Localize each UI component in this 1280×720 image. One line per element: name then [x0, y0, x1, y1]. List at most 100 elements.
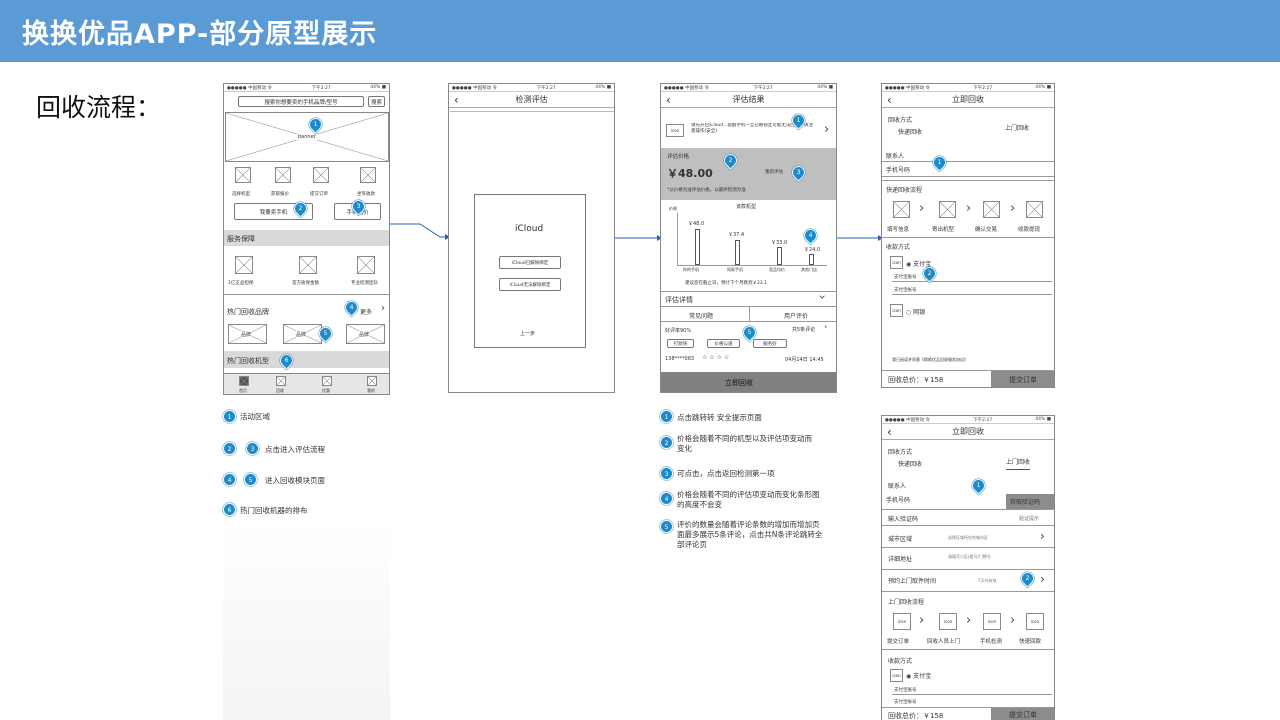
tab-user-eval[interactable]: 用户评价: [784, 311, 808, 320]
review-tag[interactable]: 服务好: [753, 339, 787, 348]
banner-label: banner: [296, 134, 318, 140]
nav-bar: ‹ 评估结果: [661, 92, 836, 108]
marker-4: 4: [801, 226, 820, 245]
search-button[interactable]: 搜索: [368, 96, 385, 107]
bar-mark: [809, 254, 814, 265]
price-label: 评估价格: [667, 154, 690, 160]
screen-check: ●●●●● 中国移动 令下午2:27 44% ■ ‹ 检测评估 iCloud iCl…: [448, 83, 615, 393]
pay-title: 收款方式: [886, 244, 911, 251]
bar-mark: [695, 229, 700, 265]
icloud-cannot-unbind-button[interactable]: iCloud无法解除绑定: [499, 278, 561, 291]
review-tag[interactable]: 价格公道: [707, 339, 740, 348]
brand-label: 品牌: [241, 331, 252, 338]
note-marker: 1: [660, 410, 673, 423]
tab-faq[interactable]: 常见问题: [689, 311, 713, 320]
chevron-right-icon: ›: [1010, 613, 1016, 628]
bar-category-label: 你的手机: [683, 267, 699, 272]
home-tab-icon[interactable]: [239, 376, 249, 386]
note-text: 进入回收模块页面: [265, 476, 325, 485]
chevron-right-icon[interactable]: ›: [824, 122, 829, 137]
alipay-account-number[interactable]: 支付宝帐号: [894, 699, 917, 705]
back-icon[interactable]: ‹: [887, 425, 892, 439]
service-label: 1亿正品担保: [228, 281, 254, 286]
review-date: 04月14日 14:45: [785, 357, 824, 363]
search-input[interactable]: 搜索你想要卖的手机品牌/型号: [238, 96, 364, 107]
recycle-tab-icon[interactable]: [276, 376, 286, 386]
discount-tab-icon[interactable]: [322, 376, 332, 386]
recycle-now-label: 立即回收: [725, 379, 753, 387]
code-input[interactable]: 验证提示: [1019, 515, 1039, 522]
category-icon[interactable]: [360, 167, 376, 183]
city-select[interactable]: 选择区域所在的城市区: [948, 535, 988, 541]
service-label: 官方质保金额: [292, 281, 319, 286]
brand-label: 品牌: [296, 331, 307, 338]
alipay-account-name[interactable]: 支付宝账号: [894, 274, 917, 280]
flow-step-icon: icon: [1026, 613, 1044, 630]
flow-step-label: 寄出机型: [932, 227, 955, 233]
reevaluate-link[interactable]: 重新评估: [765, 169, 783, 175]
status-bar: ●●●●● 中国移动 令下午2:27 44% ■: [882, 84, 1054, 92]
alipay-radio[interactable]: ◉ 支付宝: [906, 671, 931, 680]
icloud-dialog: [474, 194, 586, 348]
tab-label: 首页: [239, 388, 247, 393]
profile-tab-icon[interactable]: [367, 376, 377, 386]
alipay-account-number[interactable]: 支付宝帐号: [894, 287, 917, 293]
flow-title: 快递回收流程: [886, 187, 923, 194]
chevron-right-icon: ›: [1010, 201, 1016, 216]
back-icon[interactable]: ‹: [454, 93, 459, 107]
chevron-right-icon[interactable]: ›: [1040, 529, 1045, 543]
method-onsite[interactable]: 上门回收: [1005, 123, 1029, 132]
back-icon[interactable]: ‹: [887, 93, 892, 107]
prev-step-link[interactable]: 上一步: [520, 330, 535, 337]
nav-title: 立即回收: [952, 427, 984, 436]
flow-step-label: 填写信息: [887, 227, 910, 233]
service-icon: [235, 256, 253, 274]
address-input[interactable]: 请填写小区/楼号/门牌号: [948, 554, 991, 560]
screen-order-onsite: ●●●●● 中国移动 令下午2:27 44% ■ ‹ 立即回收 回收方式 快递回收 …: [881, 415, 1055, 720]
category-icon[interactable]: [275, 167, 291, 183]
icloud-title: iCloud: [515, 224, 544, 234]
back-icon[interactable]: ‹: [666, 93, 671, 107]
marker-2: 2: [920, 264, 939, 283]
method-express[interactable]: 快递回收: [898, 127, 922, 136]
alipay-icon: icon: [890, 669, 903, 682]
note-marker: 3: [246, 442, 259, 455]
bar-value-label: ￥37.4: [728, 232, 745, 238]
category-icon[interactable]: [313, 167, 329, 183]
detail-title[interactable]: 评估详情: [665, 295, 693, 305]
price-value: ￥48.00: [667, 167, 713, 180]
contact-label: 联系人: [888, 483, 907, 490]
note-text: 可点击，点击返回检测第一项: [677, 469, 775, 478]
flow-title: 上门回收流程: [888, 599, 925, 606]
alipay-account-name[interactable]: 支付宝账号: [894, 687, 917, 693]
note-marker: 6: [223, 503, 236, 516]
review-tag[interactable]: 打款快: [667, 339, 694, 348]
method-label: 回收方式: [888, 449, 913, 456]
note-marker: 5: [244, 473, 257, 486]
nav-title: 检测评估: [515, 95, 548, 104]
method-express[interactable]: 快递回收: [898, 459, 922, 468]
note-marker: 2: [660, 436, 673, 449]
trend-text: 建议您在截止日，预计下个月跌到￥23.1: [685, 281, 768, 286]
method-onsite[interactable]: 上门回收: [1006, 457, 1031, 470]
chevron-down-icon[interactable]: ›: [815, 295, 829, 300]
bank-radio[interactable]: ○ 网银: [906, 307, 925, 316]
chevron-right-icon[interactable]: ›: [824, 322, 827, 331]
review-user: 138****083: [665, 356, 695, 362]
phone-field[interactable]: 手机号码: [886, 165, 910, 174]
screen-order-express: ●●●●● 中国移动 令下午2:27 44% ■ ‹ 立即回收 回收方式 快递回收 …: [881, 83, 1055, 388]
icloud-unbound-button[interactable]: iCloud已解除绑定: [499, 256, 561, 269]
category-icon[interactable]: [235, 167, 251, 183]
chevron-right-icon: ›: [919, 201, 925, 216]
more-link[interactable]: 更多: [360, 307, 372, 316]
chevron-right-icon[interactable]: ›: [1040, 572, 1045, 586]
service-title: 服务保障: [227, 235, 255, 243]
phone-field[interactable]: 手机号码: [886, 495, 910, 504]
all-reviews-link[interactable]: 共5条评论: [792, 326, 815, 333]
service-label: 专业检测团队: [351, 281, 378, 286]
method-label: 回收方式: [888, 117, 913, 124]
time-select[interactable]: 7天内有效: [978, 578, 997, 584]
bank-icon: icon: [890, 304, 903, 317]
flow-step-icon: icon: [939, 613, 957, 630]
agreement-link[interactable]: 我已阅读并同意《换换优品回收服务协议》: [892, 357, 968, 363]
